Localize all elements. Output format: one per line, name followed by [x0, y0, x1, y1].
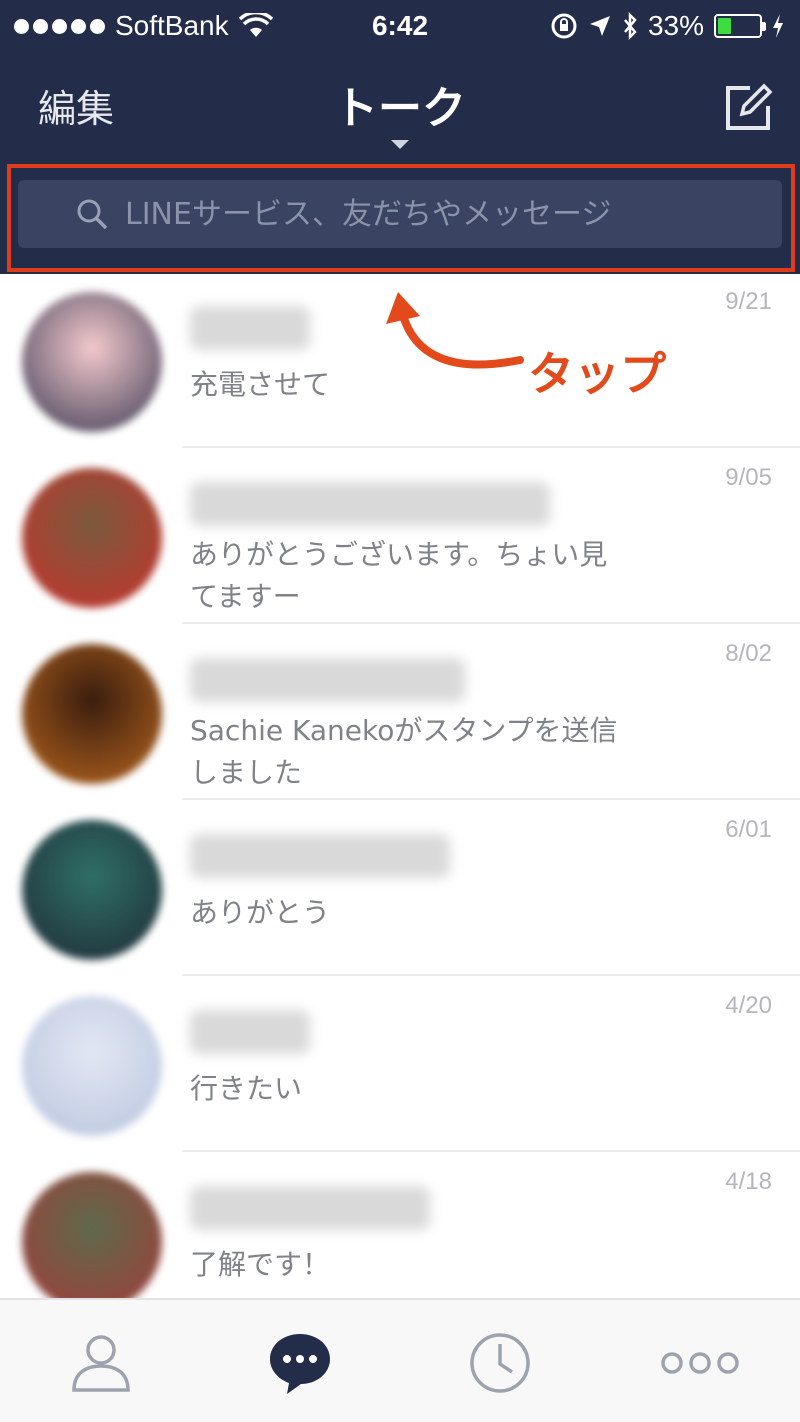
last-message: Sachie Kanekoがスタンプを送信しました: [190, 714, 618, 789]
compose-icon[interactable]: [722, 82, 774, 134]
contact-name-blurred: [190, 482, 550, 526]
row-divider: [182, 974, 800, 976]
avatar: [22, 820, 162, 960]
chat-date: 4/20: [725, 992, 772, 1019]
tab-bar: [0, 1298, 800, 1422]
contact-name-blurred: [190, 1186, 430, 1230]
row-divider: [182, 446, 800, 448]
page-title: トーク: [334, 83, 466, 134]
chat-list-item[interactable]: 6/01 ありがとう: [0, 802, 800, 978]
contact-name-blurred: [190, 1010, 310, 1054]
battery-icon: [714, 14, 766, 38]
rotation-lock-icon: [551, 13, 577, 39]
charging-bolt-icon: [773, 14, 783, 38]
avatar: [22, 644, 162, 784]
bluetooth-icon: [623, 12, 637, 40]
timeline-icon[interactable]: [465, 1328, 535, 1398]
last-message: ありがとうございます。ちょい見てますー: [190, 538, 608, 613]
search-icon: [77, 199, 108, 230]
battery-percent: 33%: [647, 10, 704, 41]
search-input[interactable]: [125, 196, 725, 232]
friends-icon[interactable]: [66, 1328, 136, 1398]
chat-date: 4/18: [725, 1168, 772, 1195]
chat-list-item[interactable]: 8/02 Sachie Kanekoがスタンプを送信しました: [0, 626, 800, 802]
search-bar[interactable]: [18, 180, 782, 248]
status-bar: SoftBank 6:42 33%: [0, 0, 800, 52]
contact-name-blurred: [190, 306, 310, 350]
chat-list: 9/21 充電させて 9/05 ありがとうございます。ちょい見てますー 8/02 Sach…: [0, 274, 800, 1298]
last-message: ありがとう: [190, 896, 331, 929]
status-right: 33%: [550, 10, 784, 42]
contact-name-blurred: [190, 658, 465, 702]
chat-date: 9/05: [725, 464, 772, 491]
avatar: [22, 1172, 162, 1298]
chat-list-item[interactable]: 4/18 了解です！: [0, 1154, 800, 1298]
battery-fill: [718, 18, 731, 34]
chat-list-item[interactable]: 9/05 ありがとうございます。ちょい見てますー: [0, 450, 800, 626]
row-divider: [182, 1150, 800, 1152]
chats-icon[interactable]: [265, 1328, 335, 1398]
avatar: [22, 468, 162, 608]
row-divider: [182, 798, 800, 800]
tap-annotation-label: タップ: [528, 347, 666, 401]
chevron-down-icon: [391, 140, 409, 149]
chat-date: 6/01: [725, 816, 772, 843]
avatar: [22, 996, 162, 1136]
chat-date: 9/21: [725, 288, 772, 315]
navigation-bar: 編集 トーク: [0, 52, 800, 162]
more-icon[interactable]: [658, 1328, 742, 1398]
title-wrap[interactable]: トーク: [0, 72, 800, 149]
last-message: 行きたい: [190, 1072, 303, 1105]
last-message: 了解です！: [190, 1248, 331, 1281]
chat-list-item[interactable]: 4/20 行きたい: [0, 978, 800, 1154]
contact-name-blurred: [190, 834, 450, 878]
row-divider: [182, 622, 800, 624]
chat-date: 8/02: [725, 640, 772, 667]
avatar: [22, 292, 162, 432]
location-arrow-icon: [589, 16, 610, 36]
